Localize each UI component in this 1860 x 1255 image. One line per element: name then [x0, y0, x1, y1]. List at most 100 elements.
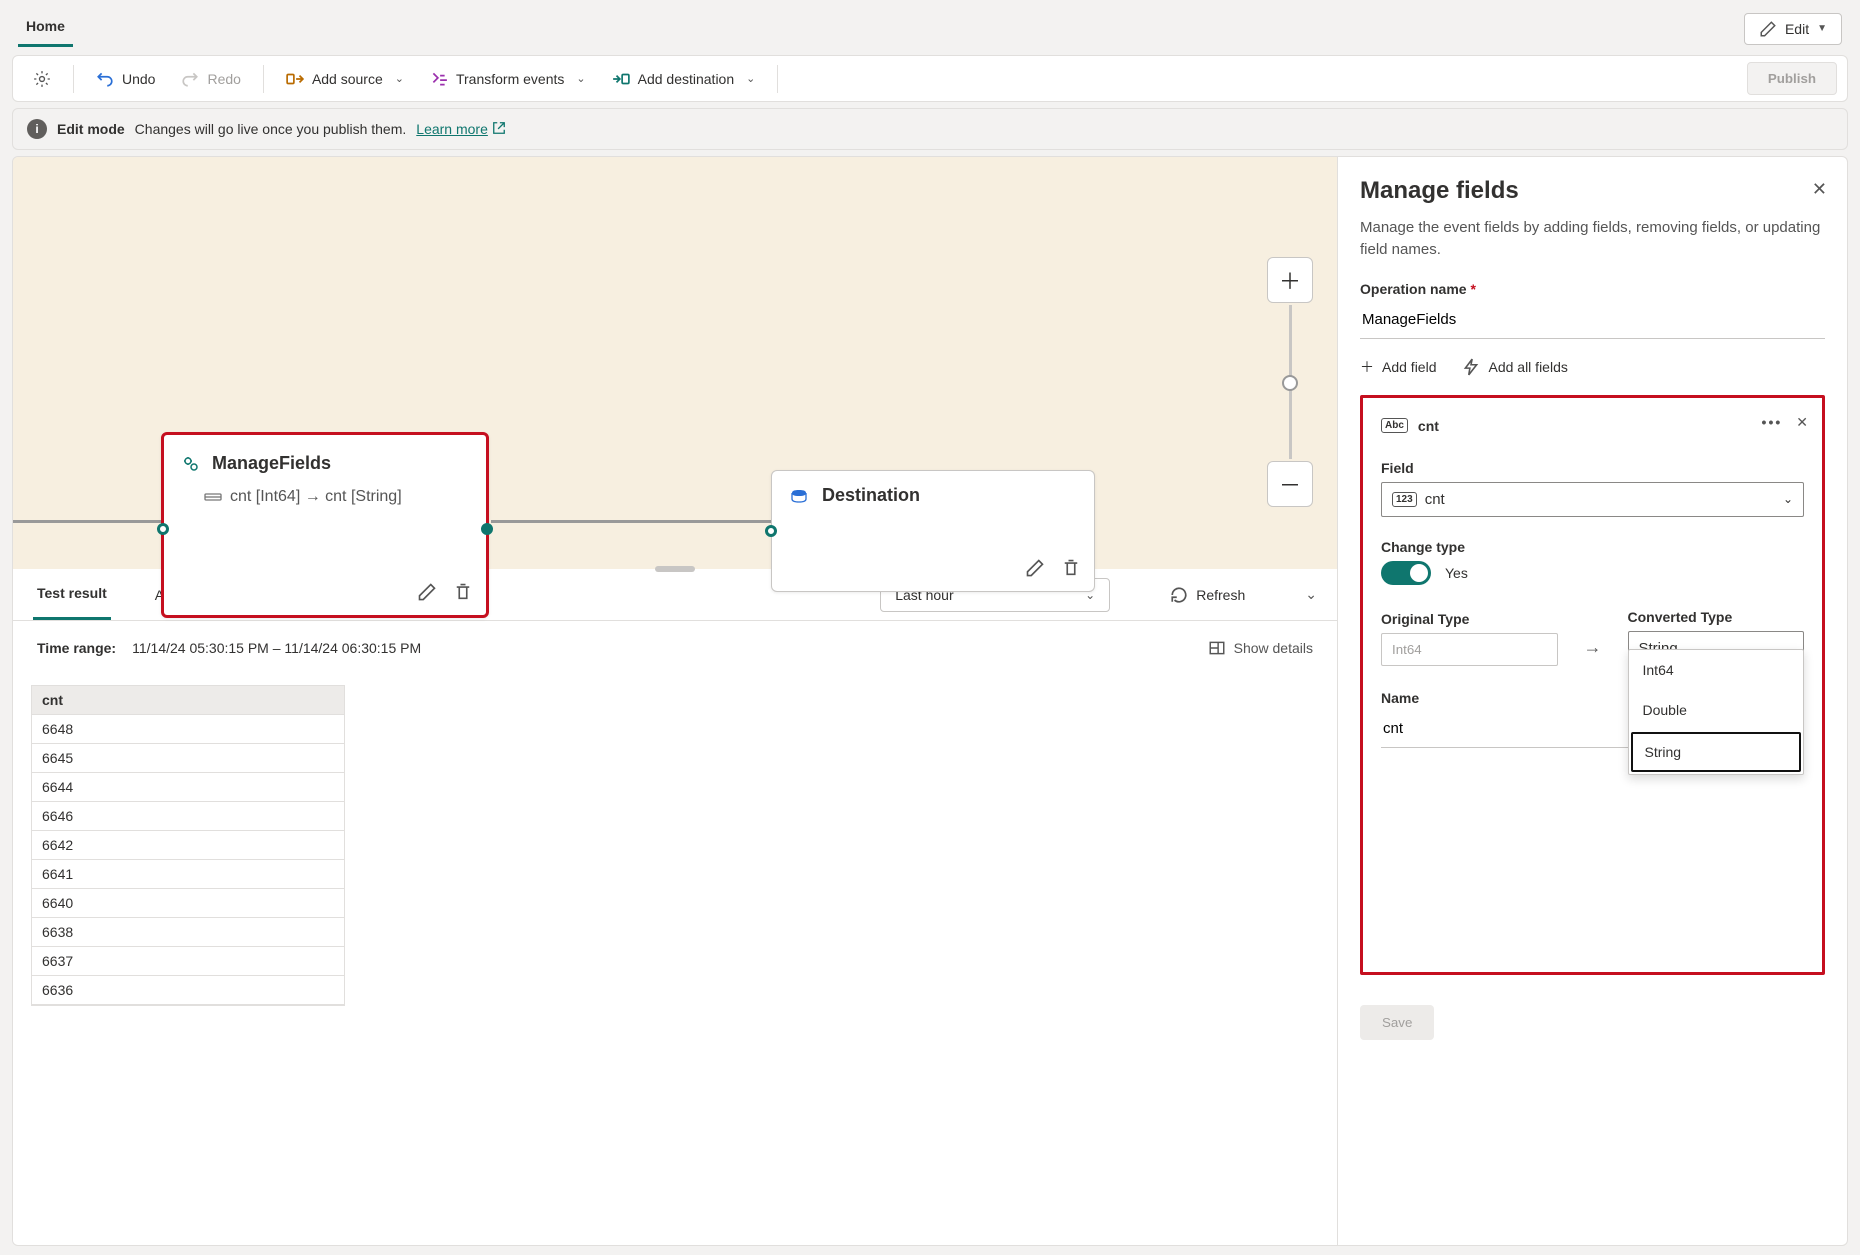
tab-test-result[interactable]: Test result [33, 569, 111, 620]
info-icon: i [27, 119, 47, 139]
dropdown-option[interactable]: Int64 [1629, 650, 1804, 690]
save-button[interactable]: Save [1360, 1005, 1434, 1040]
add-dest-label: Add destination [638, 71, 735, 87]
toolbar: Undo Redo Add source ⌄ Transform events … [12, 55, 1848, 102]
type-badge-icon: Abc [1381, 418, 1408, 433]
output-port[interactable] [481, 523, 493, 535]
add-field-button[interactable]: ＋ Add field [1360, 357, 1436, 377]
table-row[interactable]: 6646 [32, 802, 344, 831]
redo-button[interactable]: Redo [171, 64, 250, 94]
original-type-input [1381, 633, 1558, 666]
node-destination[interactable]: Destination [771, 470, 1095, 592]
destination-icon [790, 487, 808, 505]
table-row[interactable]: 6638 [32, 918, 344, 947]
refresh-icon [1170, 586, 1188, 604]
time-range-label: Time range: [37, 640, 116, 656]
show-details-button[interactable]: Show details [1208, 639, 1313, 657]
gear-icon [33, 70, 51, 88]
edit-node-button[interactable] [1022, 555, 1048, 581]
settings-button[interactable] [23, 64, 61, 94]
table-row[interactable]: 6640 [32, 889, 344, 918]
node-manage-fields[interactable]: ManageFields cnt [Int64] → cnt [String] [161, 432, 489, 618]
info-bar: i Edit mode Changes will go live once yo… [12, 108, 1848, 150]
dropdown-option[interactable]: String [1631, 732, 1802, 772]
table-row[interactable]: 6648 [32, 715, 344, 744]
time-range-text: 11/14/24 05:30:15 PM – 11/14/24 06:30:15… [132, 640, 421, 656]
field-card: Abc cnt ••• ✕ Field 123 cnt ⌄ [1360, 395, 1825, 975]
info-message: Changes will go live once you publish th… [135, 121, 407, 137]
tab-home[interactable]: Home [18, 10, 73, 47]
edit-button-label: Edit [1785, 21, 1809, 37]
chevron-down-icon: ⌄ [746, 72, 755, 85]
close-button[interactable]: ✕ [1812, 179, 1827, 200]
field-mapping: cnt [Int64] → cnt [String] [230, 488, 402, 506]
canvas[interactable]: ManageFields cnt [Int64] → cnt [String] [13, 157, 1337, 569]
panel-subtitle: Manage the event fields by adding fields… [1360, 217, 1825, 261]
zoom-slider[interactable] [1289, 305, 1292, 459]
field-icon [204, 488, 222, 506]
zoom-in-button[interactable]: ＋ [1267, 257, 1313, 303]
more-button[interactable]: ••• [1762, 414, 1783, 430]
change-type-label: Change type [1381, 539, 1804, 555]
results-table: cnt 664866456644664666426641664066386637… [31, 685, 345, 1006]
transform-icon [430, 70, 448, 88]
side-panel: ✕ Manage fields Manage the event fields … [1338, 156, 1848, 1246]
operation-name-input[interactable] [1360, 303, 1825, 339]
undo-label: Undo [122, 71, 155, 87]
add-field-label: Add field [1382, 359, 1436, 375]
table-row[interactable]: 6644 [32, 773, 344, 802]
add-dest-icon [612, 70, 630, 88]
converted-type-label: Converted Type [1628, 609, 1805, 625]
field-select-value: cnt [1425, 491, 1445, 508]
toggle-value: Yes [1445, 565, 1468, 581]
pencil-icon [1759, 20, 1777, 38]
publish-button[interactable]: Publish [1747, 62, 1837, 95]
arrow-icon: → [1578, 637, 1608, 666]
show-details-label: Show details [1234, 640, 1313, 656]
add-source-icon [286, 70, 304, 88]
learn-more-link[interactable]: Learn more [416, 121, 506, 138]
remove-field-button[interactable]: ✕ [1796, 414, 1808, 431]
transform-events-button[interactable]: Transform events ⌄ [420, 64, 596, 94]
table-row[interactable]: 6641 [32, 860, 344, 889]
add-all-fields-button[interactable]: Add all fields [1462, 358, 1567, 376]
chevron-down-icon: ▼ [1817, 23, 1827, 34]
edge [491, 520, 771, 523]
delete-node-button[interactable] [450, 579, 476, 605]
table-row[interactable]: 6637 [32, 947, 344, 976]
expand-panel-button[interactable]: ⌄ [1305, 586, 1317, 603]
column-header[interactable]: cnt [32, 686, 344, 715]
plus-icon: ＋ [1360, 357, 1374, 377]
undo-button[interactable]: Undo [86, 64, 165, 94]
converted-type-dropdown: Int64DoubleString [1628, 649, 1805, 775]
table-row[interactable]: 6645 [32, 744, 344, 773]
table-row[interactable]: 6642 [32, 831, 344, 860]
learn-more-label: Learn more [416, 121, 488, 137]
edge [13, 520, 161, 523]
add-destination-button[interactable]: Add destination ⌄ [602, 64, 766, 94]
table-row[interactable]: 6636 [32, 976, 344, 1005]
redo-icon [181, 70, 199, 88]
edit-button[interactable]: Edit ▼ [1744, 13, 1842, 45]
add-source-button[interactable]: Add source ⌄ [276, 64, 414, 94]
input-port[interactable] [157, 523, 169, 535]
redo-label: Redo [207, 71, 240, 87]
refresh-button[interactable]: Refresh [1170, 586, 1245, 604]
undo-icon [96, 70, 114, 88]
chevron-down-icon: ⌄ [576, 72, 585, 85]
edit-node-button[interactable] [414, 579, 440, 605]
zoom-out-button[interactable]: － [1267, 461, 1313, 507]
delete-node-button[interactable] [1058, 555, 1084, 581]
lightning-icon [1462, 358, 1480, 376]
panel-title: Manage fields [1360, 177, 1825, 205]
field-select[interactable]: 123 cnt ⌄ [1381, 482, 1804, 517]
refresh-label: Refresh [1196, 587, 1245, 603]
chevron-down-icon: ⌄ [1783, 492, 1793, 506]
change-type-toggle[interactable] [1381, 561, 1431, 585]
resize-handle[interactable] [655, 566, 695, 572]
node-title: Destination [822, 485, 920, 506]
input-port[interactable] [765, 525, 777, 537]
add-source-label: Add source [312, 71, 383, 87]
number-type-icon: 123 [1392, 492, 1417, 507]
dropdown-option[interactable]: Double [1629, 690, 1804, 730]
